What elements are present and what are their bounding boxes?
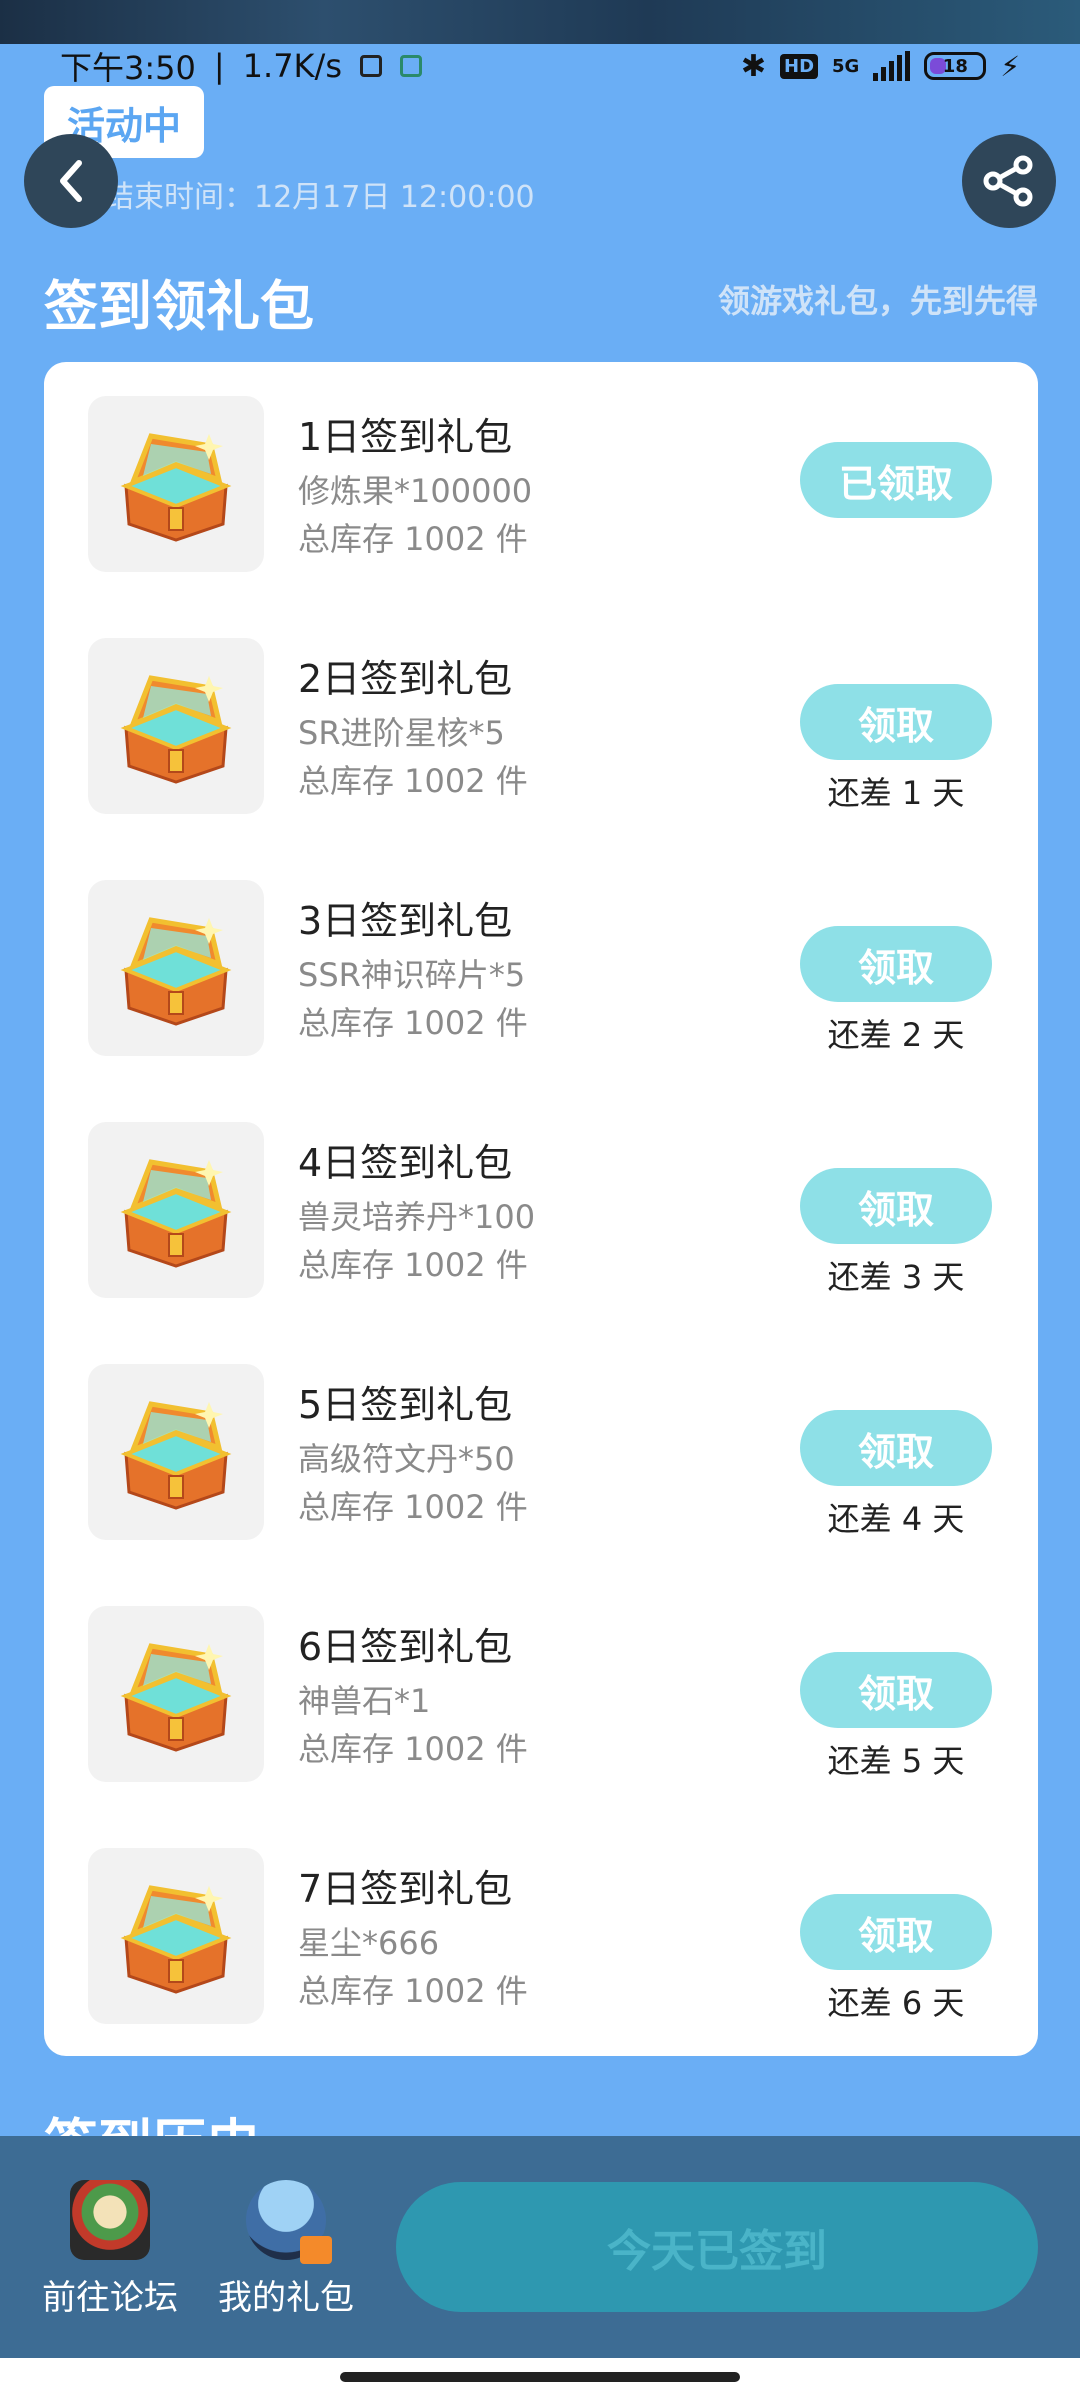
section-title: 签到领礼包 [44, 275, 314, 338]
notification-icon [359, 55, 382, 77]
forum-label: 前往论坛 [42, 2278, 178, 2318]
forum-game-icon [70, 2180, 150, 2260]
back-button[interactable] [24, 134, 118, 228]
days-remaining: 还差 2 天 [827, 1016, 965, 1054]
gift-thumbnail [88, 1364, 264, 1540]
claim-button[interactable]: 领取 [800, 1652, 992, 1728]
gift-title: 3日签到礼包 [298, 899, 513, 943]
gift-thumbnail [88, 396, 264, 572]
gift-title: 4日签到礼包 [298, 1141, 513, 1185]
claim-button[interactable]: 领取 [800, 1168, 992, 1244]
gift-row: 4日签到礼包 兽灵培养丹*100 总库存 1002 件 领取 还差 3 天 [44, 1088, 1038, 1330]
gift-item: 星尘*666 [298, 1924, 440, 1962]
gift-title: 6日签到礼包 [298, 1625, 513, 1669]
gift-title: 5日签到礼包 [298, 1383, 513, 1427]
gift-title: 7日签到礼包 [298, 1867, 513, 1911]
bottom-bar: 前往论坛 我的礼包 今天已签到 [0, 2136, 1080, 2358]
treasure-chest-icon [120, 433, 232, 542]
gift-item: 修炼果*100000 [298, 472, 533, 510]
days-remaining: 还差 4 天 [827, 1500, 965, 1538]
battery-icon: 18 [924, 52, 987, 80]
gift-stock: 总库存 1002 件 [298, 1246, 528, 1284]
charging-icon: ⚡ [1000, 49, 1020, 83]
app-notification-icon [399, 55, 422, 77]
gift-row: 3日签到礼包 SSR神识碎片*5 总库存 1002 件 领取 还差 2 天 [44, 846, 1038, 1088]
gift-row: 7日签到礼包 星尘*666 总库存 1002 件 领取 还差 6 天 [44, 1814, 1038, 2056]
treasure-chest-icon [120, 917, 232, 1026]
claim-button[interactable]: 领取 [800, 1894, 992, 1970]
days-remaining: 还差 6 天 [827, 1984, 965, 2022]
gift-stock: 总库存 1002 件 [298, 1972, 528, 2010]
gift-list-card: 1日签到礼包 修炼果*100000 总库存 1002 件 已领取 2日签到礼包 … [44, 362, 1038, 2056]
gift-row: 5日签到礼包 高级符文丹*50 总库存 1002 件 领取 还差 4 天 [44, 1330, 1038, 1572]
status-time: 下午3:50 [60, 49, 196, 87]
chevron-left-icon [60, 160, 82, 202]
gift-thumbnail [88, 1848, 264, 2024]
share-icon [983, 155, 1033, 207]
gift-thumbnail [88, 638, 264, 814]
gift-title: 1日签到礼包 [298, 415, 513, 459]
gift-stock: 总库存 1002 件 [298, 1004, 528, 1042]
gift-thumbnail [88, 1122, 264, 1298]
gift-title: 2日签到礼包 [298, 657, 513, 701]
gift-row: 1日签到礼包 修炼果*100000 总库存 1002 件 已领取 [44, 362, 1038, 604]
treasure-chest-icon [120, 1159, 232, 1268]
treasure-chest-icon [120, 1885, 232, 1994]
gift-box-icon [300, 2236, 332, 2264]
gift-item: SSR神识碎片*5 [298, 956, 526, 994]
forum-button[interactable]: 前往论坛 [20, 2180, 200, 2319]
gift-thumbnail [88, 880, 264, 1056]
gift-item: SR进阶星核*5 [298, 714, 505, 752]
gift-thumbnail [88, 1606, 264, 1782]
bluetooth-icon: ✱ [740, 48, 766, 84]
gift-item: 兽灵培养丹*100 [298, 1198, 536, 1236]
gift-item: 神兽石*1 [298, 1682, 431, 1720]
days-remaining: 还差 1 天 [827, 774, 965, 812]
treasure-chest-icon [120, 675, 232, 784]
days-remaining: 还差 3 天 [827, 1258, 965, 1296]
days-remaining: 还差 5 天 [827, 1742, 965, 1780]
status-bar: 下午3:50 | 1.7K/s ✱ HD 5G 18 ⚡ [0, 40, 1080, 92]
gift-item: 高级符文丹*50 [298, 1440, 515, 1478]
home-indicator[interactable] [340, 2372, 740, 2382]
treasure-chest-icon [120, 1401, 232, 1510]
gift-stock: 总库存 1002 件 [298, 520, 528, 558]
treasure-chest-icon [120, 1643, 232, 1752]
top-banner-image [0, 0, 1080, 44]
gift-stock: 总库存 1002 件 [298, 1730, 528, 1768]
network-type: 5G [832, 55, 860, 77]
signed-today-button[interactable]: 今天已签到 [396, 2182, 1038, 2312]
section-subtitle: 领游戏礼包，先到先得 [717, 282, 1038, 320]
gift-stock: 总库存 1002 件 [298, 762, 528, 800]
share-button[interactable] [962, 134, 1056, 228]
claim-button[interactable]: 领取 [800, 926, 992, 1002]
status-speed: 1.7K/s [242, 47, 342, 85]
gift-row: 2日签到礼包 SR进阶星核*5 总库存 1002 件 领取 还差 1 天 [44, 604, 1038, 846]
claim-button[interactable]: 领取 [800, 684, 992, 760]
gift-row: 6日签到礼包 神兽石*1 总库存 1002 件 领取 还差 5 天 [44, 1572, 1038, 1814]
signal-icon [873, 51, 911, 81]
claim-button[interactable]: 领取 [800, 1410, 992, 1486]
hd-icon: HD [780, 53, 819, 79]
claimed-button[interactable]: 已领取 [800, 442, 992, 518]
my-gifts-button[interactable]: 我的礼包 [196, 2180, 376, 2319]
my-gifts-label: 我的礼包 [218, 2278, 354, 2318]
my-gifts-icon [246, 2180, 332, 2264]
gift-stock: 总库存 1002 件 [298, 1488, 528, 1526]
